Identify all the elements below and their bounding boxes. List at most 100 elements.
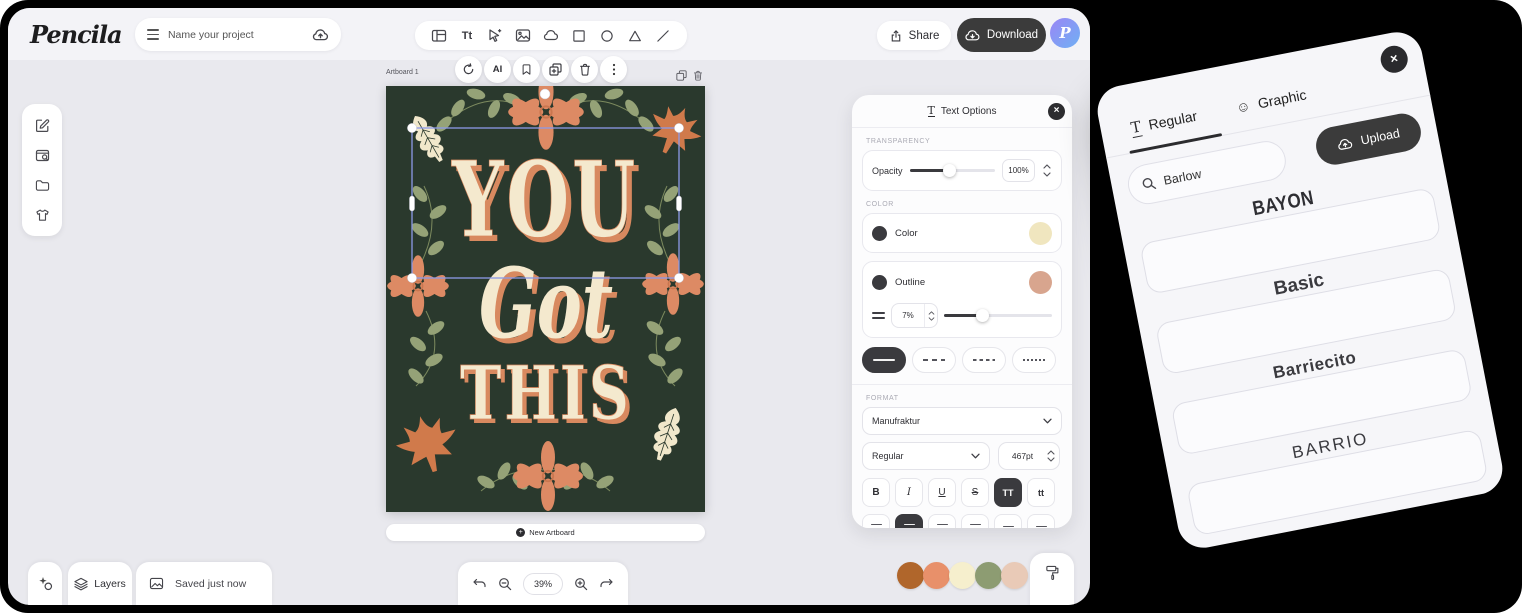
close-panel-button[interactable]: × [1048,103,1065,120]
chevron-up-icon[interactable] [1047,450,1055,455]
fill-color-row[interactable]: Color [862,213,1062,253]
align-justify-button[interactable] [961,514,989,528]
folder-icon[interactable] [32,175,52,195]
download-button[interactable]: Download [957,18,1046,52]
zoom-level[interactable]: 39% [523,573,563,595]
fill-color-swatch[interactable] [1029,222,1052,245]
image-tool-icon[interactable] [513,26,533,46]
uppercase-button[interactable]: TT [994,478,1022,507]
saved-status-label: Saved just now [175,578,246,590]
line-style-solid-button[interactable] [862,347,906,373]
rectangle-tool-icon[interactable] [569,26,589,46]
poster-artwork[interactable]: YOU YOU Got Got THIS THIS [386,86,705,512]
align-left-button[interactable] [862,514,890,528]
artboard-tool-icon[interactable] [429,26,449,46]
redo-icon[interactable] [599,578,614,589]
edit-icon[interactable] [32,115,52,135]
line-style-dotted-button[interactable] [1012,347,1056,373]
bookmark-button[interactable] [513,56,540,83]
paint-roller-button[interactable] [1030,553,1074,605]
resize-handle-ne[interactable] [674,123,683,132]
resize-handle-e[interactable] [677,196,682,211]
cloud-tool-icon[interactable] [541,26,561,46]
resize-handle-se[interactable] [674,273,683,282]
strikethrough-button[interactable]: S [961,478,989,507]
svg-text:Got[interactable]: Got [479,247,613,360]
reset-button[interactable] [455,56,482,83]
opacity-control: Opacity 100% [862,150,1062,191]
line-style-dash-small-button[interactable] [962,347,1006,373]
resize-handle-sw[interactable] [407,273,416,282]
chevron-down-icon[interactable] [928,317,935,321]
svg-text:YOU[interactable]: YOU [451,138,638,261]
close-font-panel-button[interactable]: × [1378,43,1410,75]
bold-button[interactable]: B [862,478,890,507]
palette-swatch-3[interactable] [949,562,976,589]
layers-button[interactable]: Layers [68,562,132,605]
select-tool-icon[interactable] [485,26,505,46]
duplicate-artboard-icon[interactable] [676,70,687,81]
ai-button[interactable]: AI [484,56,511,83]
font-family-select[interactable]: Manufraktur [862,407,1062,435]
outline-row[interactable]: Outline [872,271,1052,294]
circle-tool-icon[interactable] [597,26,617,46]
align-right-button[interactable] [928,514,956,528]
magic-tools-button[interactable] [28,562,62,605]
more-button[interactable] [600,56,627,83]
delete-artboard-icon[interactable] [693,70,703,81]
upload-font-button[interactable]: Upload [1313,110,1424,168]
palette-swatch-1[interactable] [897,562,924,589]
opacity-stepper[interactable] [1042,164,1052,177]
undo-icon[interactable] [472,578,487,589]
project-name-input[interactable] [168,29,303,41]
chevron-up-icon[interactable] [928,311,935,315]
opacity-value[interactable]: 100% [1002,159,1035,182]
tab-graphic[interactable]: ☺ Graphic [1235,86,1308,115]
line-tool-icon[interactable] [653,26,673,46]
palette-swatch-5[interactable] [1001,562,1028,589]
chevron-down-icon[interactable] [1047,457,1055,462]
font-size-value[interactable]: 467pt [999,443,1046,469]
project-name-field[interactable] [135,18,341,51]
outline-width-stepper[interactable]: 7% [891,303,938,328]
share-button[interactable]: Share [877,21,951,50]
menu-icon[interactable] [147,29,159,40]
zoom-out-icon[interactable] [498,577,512,591]
align-top-button[interactable] [994,514,1022,528]
layers-label: Layers [94,578,126,590]
rotate-handle[interactable] [540,89,550,99]
align-center-button[interactable] [895,514,923,528]
underline-button[interactable]: U [928,478,956,507]
templates-icon[interactable] [32,145,52,165]
resize-handle-nw[interactable] [407,123,416,132]
font-search-input[interactable] [1162,155,1263,188]
svg-text:THIS[interactable]: THIS [460,351,632,437]
cloud-upload-icon[interactable] [312,25,329,45]
tshirt-icon[interactable] [32,205,52,225]
palette-swatch-4[interactable] [975,562,1002,589]
resize-handle-w[interactable] [410,196,415,211]
avatar[interactable]: P [1050,18,1080,48]
italic-button[interactable]: I [895,478,923,507]
opacity-slider[interactable] [910,164,995,177]
font-style-select[interactable]: Regular [862,442,990,470]
zoom-in-icon[interactable] [574,577,588,591]
tab-regular[interactable]: T Regular [1130,108,1199,138]
poster-text[interactable]: YOU YOU Got Got THIS THIS [451,138,643,441]
saved-status[interactable]: Saved just now [136,562,272,605]
new-artboard-button[interactable]: + New Artboard [386,524,705,541]
image-icon [149,577,164,590]
duplicate-button[interactable] [542,56,569,83]
lowercase-button[interactable]: tt [1027,478,1055,507]
text-tool-icon[interactable]: Tt [457,26,477,46]
outline-width-slider[interactable] [944,309,1052,322]
delete-button[interactable] [571,56,598,83]
font-size-stepper[interactable]: 467pt [998,442,1060,470]
artboard-label[interactable]: Artboard 1 [386,69,419,76]
outline-width-value[interactable]: 7% [892,304,924,327]
outline-color-swatch[interactable] [1029,271,1052,294]
line-style-dashed-button[interactable] [912,347,956,373]
palette-swatch-2[interactable] [923,562,950,589]
triangle-tool-icon[interactable] [625,26,645,46]
align-bottom-button[interactable] [1027,514,1055,528]
